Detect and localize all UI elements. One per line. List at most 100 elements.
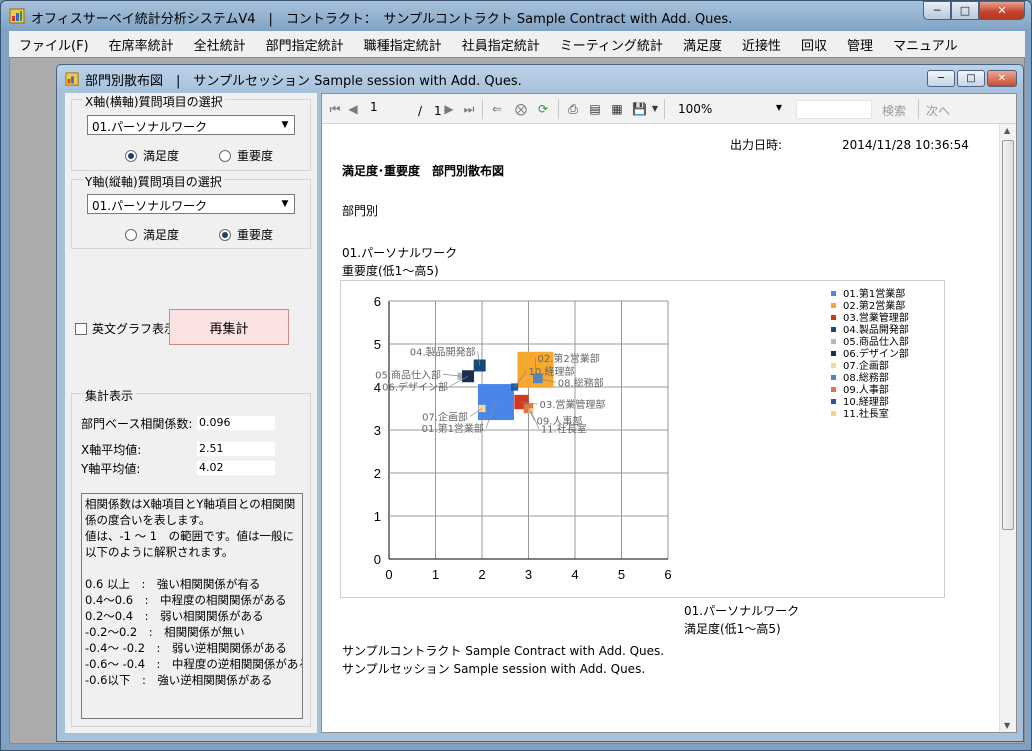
legend-entry: 08.総務部 (843, 371, 889, 384)
last-page-icon[interactable]: ⏭ (462, 102, 476, 116)
y-radio-satisfaction-label: 満足度 (143, 228, 180, 242)
next-page-icon[interactable]: ▶ (442, 102, 456, 116)
app-icon (9, 8, 25, 24)
child-minimize-button[interactable]: ─ (927, 70, 955, 87)
mdi-area: 部門別散布図 | サンプルセッション Sample session with A… (9, 57, 1025, 744)
legend-entry: 09.人事部 (843, 383, 889, 396)
note-line: -0.4～ -0.2 : 弱い逆相関関係がある (85, 641, 287, 655)
legend-entry: 10.経理部 (843, 395, 889, 408)
find-button[interactable]: 検索 (882, 102, 906, 119)
search-input[interactable] (796, 100, 872, 119)
print-layout-icon[interactable]: ▤ (588, 102, 602, 116)
x-radio-importance[interactable]: 重要度 (219, 147, 273, 164)
scroll-down-icon[interactable]: ▼ (1004, 721, 1010, 730)
close-button[interactable]: ✕ (979, 1, 1025, 20)
output-date-label: 出力日時: (730, 138, 783, 152)
note-line: 0.6 以上 : 強い相関関係が有る (85, 577, 261, 591)
correlation-note[interactable]: 相関係数はX軸項目とY軸項目との相関関係の度合いを表します。 値は、-1 ～ 1… (81, 493, 303, 719)
radio-icon (125, 149, 137, 162)
zoom-select[interactable]: 100% ▼ (674, 100, 786, 119)
minimize-button[interactable]: ─ (923, 1, 951, 20)
scroll-up-icon[interactable]: ▲ (1004, 126, 1010, 135)
x-radio-importance-label: 重要度 (237, 149, 274, 163)
page-setup-icon[interactable]: ▦ (610, 102, 624, 116)
report-subtitle: 部門別 (342, 204, 379, 218)
menu-proximity[interactable]: 近接性 (732, 35, 791, 54)
menu-satisfaction[interactable]: 満足度 (673, 35, 732, 54)
y-tick-label: 3 (374, 423, 381, 438)
maximize-button[interactable]: □ (951, 1, 979, 20)
find-next-button[interactable]: 次へ (926, 102, 950, 119)
menu-jobtype[interactable]: 職種指定統計 (354, 35, 452, 54)
data-label: 02.第2営業部 (537, 352, 599, 365)
radio-icon (219, 228, 231, 241)
menu-attendance[interactable]: 在席率統計 (99, 35, 184, 54)
menu-manual[interactable]: マニュアル (883, 35, 968, 54)
app-window: オフィスサーベイ統計分析システムV4 | コントラクト： サンプルコントラクト … (0, 0, 1032, 751)
recalc-button[interactable]: 再集計 (169, 309, 289, 345)
child-close-button[interactable]: ✕ (987, 70, 1017, 87)
scroll-thumb[interactable] (1002, 140, 1014, 530)
first-page-icon[interactable]: ⏮ (328, 102, 342, 116)
stop-icon[interactable]: ⨂ (514, 102, 528, 116)
x-tick-label: 4 (571, 567, 578, 582)
legend-swatch (831, 327, 836, 332)
y-tick-label: 6 (374, 294, 381, 309)
y-radio-importance[interactable]: 重要度 (219, 226, 273, 243)
page-input[interactable]: 1 (366, 100, 406, 118)
y-radio-satisfaction[interactable]: 満足度 (125, 226, 179, 243)
data-point (528, 408, 534, 414)
x-axis-combo[interactable]: 01.パーソナルワーク ▼ (87, 115, 295, 135)
x-tick-label: 0 (385, 567, 392, 582)
menu-department[interactable]: 部門指定統計 (256, 35, 354, 54)
legend-entry: 01.第1営業部 (843, 287, 905, 300)
corr-label: 部門ベース相関係数: (81, 417, 193, 431)
x-radio-satisfaction[interactable]: 満足度 (125, 147, 179, 164)
legend-swatch (831, 339, 836, 344)
legend-swatch (831, 315, 836, 320)
x-tick-label: 1 (432, 567, 439, 582)
data-label: 06.デザイン部 (382, 380, 448, 393)
prev-page-icon[interactable]: ◀ (346, 102, 360, 116)
export-icon[interactable]: 💾 (632, 102, 647, 116)
child-maximize-button[interactable]: □ (957, 70, 985, 87)
y-desc-label: 重要度(低1～高5) (342, 264, 439, 278)
app-icon (65, 72, 79, 86)
y-avg-value: 4.02 (197, 461, 275, 475)
menu-meeting[interactable]: ミーティング統計 (550, 35, 673, 54)
legend-swatch (831, 387, 836, 392)
english-graph-checkbox[interactable]: 英文グラフ表示 (75, 320, 176, 337)
legend-entry: 04.製品開発部 (843, 323, 909, 336)
data-label: 03.営業管理部 (540, 398, 606, 411)
x-axis-label: X軸(横軸)質問項目の選択 (83, 93, 225, 110)
title-bar: オフィスサーベイ統計分析システムV4 | コントラクト： サンプルコントラクト … (1, 1, 1031, 31)
legend-entry: 11.社長室 (843, 407, 889, 420)
legend-swatch (831, 351, 836, 356)
y-axis-combo[interactable]: 01.パーソナルワーク ▼ (87, 194, 295, 214)
y-item-label: 01.パーソナルワーク (342, 246, 458, 260)
chevron-down-icon[interactable]: ▼ (648, 102, 662, 116)
menu-collection[interactable]: 回収 (791, 35, 837, 54)
print-icon[interactable]: ⎙ (566, 102, 580, 116)
vertical-scrollbar[interactable]: ▲ ▼ (999, 124, 1016, 732)
legend-entry: 03.営業管理部 (843, 311, 909, 324)
data-label: 05.商品仕入部 (375, 368, 441, 381)
legend-swatch (831, 363, 836, 368)
legend-entry: 06.デザイン部 (843, 347, 909, 360)
x-tick-label: 2 (478, 567, 485, 582)
report-title: 満足度･重要度 部門別散布図 (342, 164, 505, 178)
menu-file[interactable]: ファイル(F) (9, 35, 99, 54)
corr-value: 0.096 (197, 416, 275, 430)
legend-swatch (831, 291, 836, 296)
menu-admin[interactable]: 管理 (837, 35, 883, 54)
refresh-icon[interactable]: ⟳ (536, 102, 550, 116)
menu-employee[interactable]: 社員指定統計 (452, 35, 550, 54)
note-line: -0.6～ -0.4 : 中程度の逆相関関係がある (85, 657, 303, 671)
x-avg-label: X軸平均値: (81, 443, 142, 457)
menu-company[interactable]: 全社統計 (184, 35, 256, 54)
data-label: 04.製品開発部 (410, 346, 476, 359)
x-axis-combo-value: 01.パーソナルワーク (92, 120, 208, 134)
scatter-chart-svg: 0 1 2 3 4 5 6012345601.第1営業部02.第2営業部03.営業管理部04… (374, 287, 909, 582)
back-icon[interactable]: ⇐ (490, 102, 504, 116)
note-line: -0.2～0.2 : 相関関係が無い (85, 625, 245, 639)
